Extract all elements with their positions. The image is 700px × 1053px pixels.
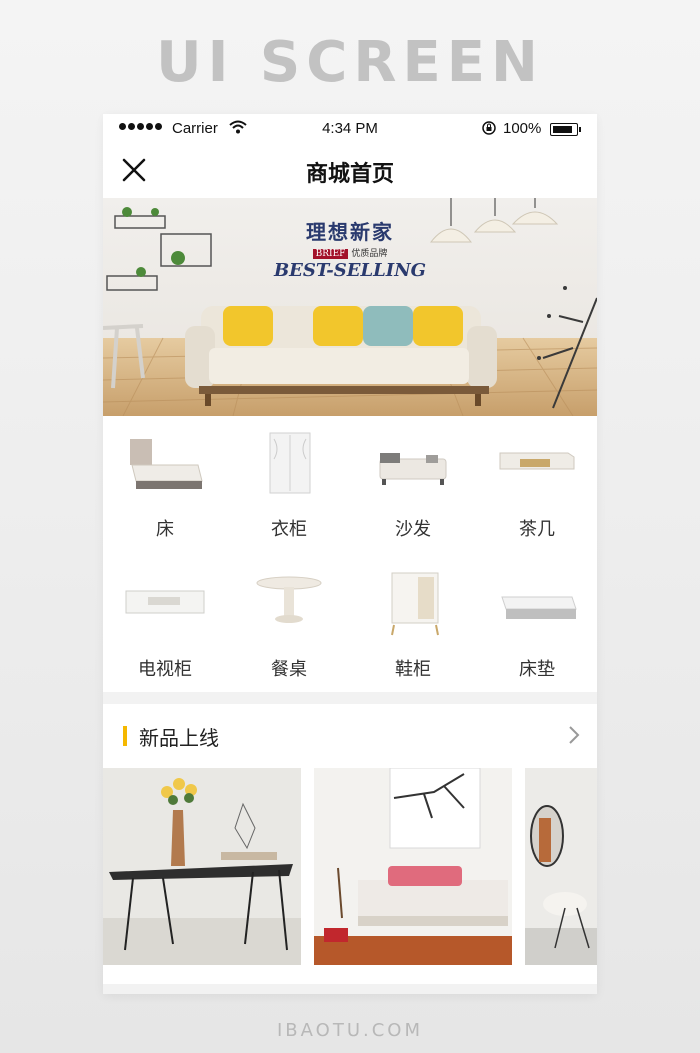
dining-table-icon (256, 576, 322, 623)
shoe-cabinet-icon (391, 572, 439, 636)
status-bar: Carrier 4:34 PM 100% (103, 114, 597, 142)
category-coffee-table[interactable]: 茶几 (475, 429, 597, 549)
category-label: 餐桌 (271, 659, 307, 680)
category-label: 床 (156, 519, 174, 540)
category-wardrobe[interactable]: 衣柜 (227, 429, 351, 549)
promo-banner[interactable]: 理想新家 BRIEF 优质品牌 BEST-SELLING (103, 198, 597, 416)
category-label: 电视柜 (138, 659, 192, 680)
product-image (525, 768, 597, 965)
page-title: 商城首页 (305, 162, 394, 187)
category-label: 鞋柜 (395, 659, 431, 680)
new-arrivals-header: 新品上线 (103, 712, 597, 762)
bottom-divider (103, 984, 597, 994)
banner-brand-sub: 优质品牌 (351, 249, 388, 259)
category-mattress[interactable]: 床垫 (475, 569, 597, 689)
banner-brand: BRIEF (312, 249, 349, 259)
page-heading: UI SCREEN (156, 30, 544, 95)
category-label: 床垫 (519, 659, 555, 680)
battery-percent: 100% (503, 120, 542, 137)
category-dining-table[interactable]: 餐桌 (227, 569, 351, 689)
category-sofa[interactable]: 沙发 (351, 429, 475, 549)
wardrobe-icon (269, 432, 311, 494)
category-label: 沙发 (395, 519, 431, 540)
category-grid: 床 衣柜 沙发 茶几 电视柜 餐桌 鞋柜 床垫 (103, 429, 597, 691)
product-card[interactable] (314, 768, 512, 965)
footer-brand: IBAOTU.COM (277, 1020, 423, 1041)
tv-cabinet-icon (125, 590, 205, 614)
product-image (103, 768, 301, 965)
category-label: 茶几 (519, 519, 555, 540)
category-tv-cabinet[interactable]: 电视柜 (103, 569, 227, 689)
new-arrivals-carousel[interactable] (103, 768, 597, 968)
section-divider (103, 692, 597, 704)
product-card[interactable] (103, 768, 301, 965)
sofa-icon (379, 453, 447, 485)
nav-bar: 商城首页 (103, 142, 597, 198)
product-card[interactable] (525, 768, 597, 965)
coffee-table-icon (499, 452, 575, 470)
bed-icon (130, 439, 203, 489)
category-shoe-cabinet[interactable]: 鞋柜 (351, 569, 475, 689)
banner-tagline: BEST-SELLING (273, 260, 427, 281)
chevron-right-icon[interactable] (567, 725, 581, 745)
banner-headline: 理想新家 (306, 220, 394, 244)
category-label: 衣柜 (271, 519, 307, 540)
orientation-lock-icon (482, 121, 496, 135)
mattress-icon (501, 596, 577, 619)
category-bed[interactable]: 床 (103, 429, 227, 549)
product-image (314, 768, 512, 965)
phone-screen: Carrier 4:34 PM 100% 商城首页 理想新家 BRIEF 优质品… (103, 114, 597, 994)
section-accent-bar (123, 726, 127, 746)
battery-icon (550, 123, 581, 136)
section-title: 新品上线 (139, 726, 219, 750)
